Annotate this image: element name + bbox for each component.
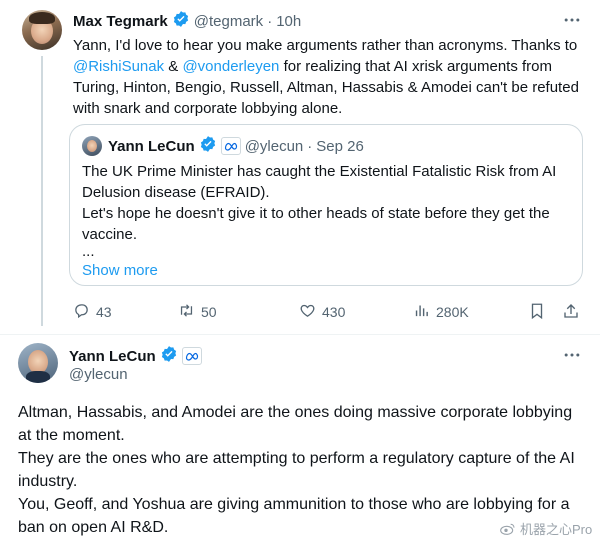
retweet-count: 50 [201,304,217,320]
avatar-max-tegmark[interactable] [22,10,62,50]
action-bar: 43 50 430 280K [73,300,583,322]
retweet-icon [178,302,195,322]
quoted-tweet[interactable]: Yann LeCun @ylecun · Sep 26 The UK Prime… [69,124,583,286]
author-handle[interactable]: @tegmark [194,13,263,30]
quote-date: Sep 26 [316,137,364,155]
tweet-max-tegmark[interactable]: Max Tegmark @tegmark · 10h Yann, I'd lov… [0,0,600,334]
quote-line-2: Let's hope he doesn't give it to other h… [82,205,550,243]
weibo-icon [500,523,515,535]
show-more-link[interactable]: Show more [82,259,572,283]
quote-handle: @ylecun [244,137,304,155]
verified-badge-icon [160,345,178,367]
quote-header: Yann LeCun @ylecun · Sep 26 [82,136,364,156]
quote-text: The UK Prime Minister has caught the Exi… [82,161,572,283]
more-icon[interactable] [560,10,584,30]
quote-line-1: The UK Prime Minister has caught the Exi… [82,163,557,201]
quote-ellipsis: ... [82,243,95,260]
author-name[interactable]: Yann LeCun [69,348,156,365]
tweet2-header: Yann LeCun [69,345,202,367]
avatar-yann-lecun[interactable] [18,343,58,383]
views-count: 280K [436,304,469,320]
tweet2-line-1: Altman, Hassabis, and Amodei are the one… [18,404,573,444]
watermark-text: 机器之心Pro [520,522,593,537]
verified-badge-icon [172,10,190,32]
tweet2-line-2: They are the ones who are attempting to … [18,450,575,490]
tweet-header: Max Tegmark @tegmark · 10h [73,10,301,32]
meta-affiliation-icon [181,347,202,365]
watermark: 机器之心Pro [500,519,592,538]
reply-button[interactable]: 43 [73,302,112,322]
author-handle[interactable]: @ylecun [69,366,128,383]
thread-connector [41,56,43,326]
more-icon[interactable] [560,345,584,365]
bookmark-icon[interactable] [528,302,546,320]
share-icon[interactable] [562,302,580,320]
tweet-text-pre: Yann, I'd love to hear you make argument… [73,37,578,54]
author-name[interactable]: Max Tegmark [73,13,168,30]
views-button[interactable]: 280K [413,302,469,322]
mention-rishisunak[interactable]: @RishiSunak [73,58,164,75]
reply-icon [73,302,90,322]
tweet-text-mid: & [164,58,183,75]
reply-count: 43 [96,304,112,320]
retweet-button[interactable]: 50 [178,302,217,322]
header-separator: · [267,12,273,30]
tweet-yann-lecun[interactable]: Yann LeCun @ylecun Altman, Hassabis, and… [0,335,600,542]
quote-avatar [82,136,102,156]
like-button[interactable]: 430 [299,302,345,322]
views-icon [413,302,430,322]
quote-author-name: Yann LeCun [108,137,195,155]
tweet-text: Yann, I'd love to hear you make argument… [73,35,583,119]
like-icon [299,302,316,322]
quote-separator: · [307,137,313,155]
meta-affiliation-icon [220,137,241,155]
verified-badge-icon [199,135,217,157]
tweet-time[interactable]: 10h [276,13,301,30]
mention-vonderleyen[interactable]: @vonderleyen [182,58,279,75]
like-count: 430 [322,304,346,320]
